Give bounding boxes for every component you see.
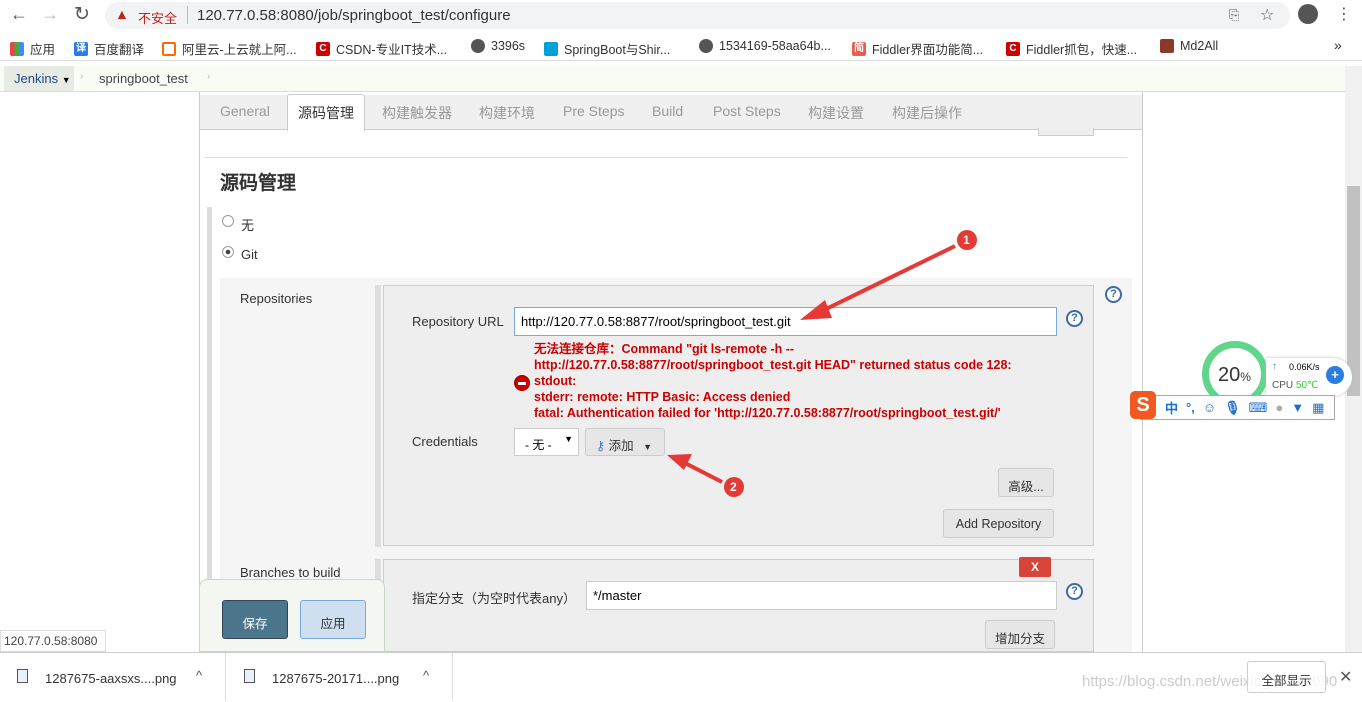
file-icon [17, 669, 28, 683]
chevron-up-icon[interactable]: ^ [196, 668, 202, 683]
arrowhead-2 [667, 454, 692, 470]
close-icon[interactable]: ✕ [1339, 667, 1352, 687]
downloads-bar: 1287675-aaxsxs....png ^ 1287675-20171...… [0, 652, 1362, 702]
download-item[interactable]: 1287675-20171....png ^ [227, 653, 453, 701]
annotation-arrow-2 [684, 461, 723, 484]
download-item[interactable]: 1287675-aaxsxs....png ^ [0, 653, 226, 701]
annotation-number: 2 [730, 480, 737, 494]
download-filename: 1287675-20171....png [272, 671, 400, 686]
show-all-button[interactable]: 全部显示 [1247, 661, 1326, 693]
arrowhead-1 [800, 300, 832, 320]
annotation-arrow-1 [819, 244, 956, 314]
download-filename: 1287675-aaxsxs....png [45, 671, 177, 686]
annotation-layer [667, 230, 977, 497]
chevron-up-icon[interactable]: ^ [423, 668, 429, 683]
file-icon [244, 669, 255, 683]
annotation-number: 1 [963, 233, 970, 247]
